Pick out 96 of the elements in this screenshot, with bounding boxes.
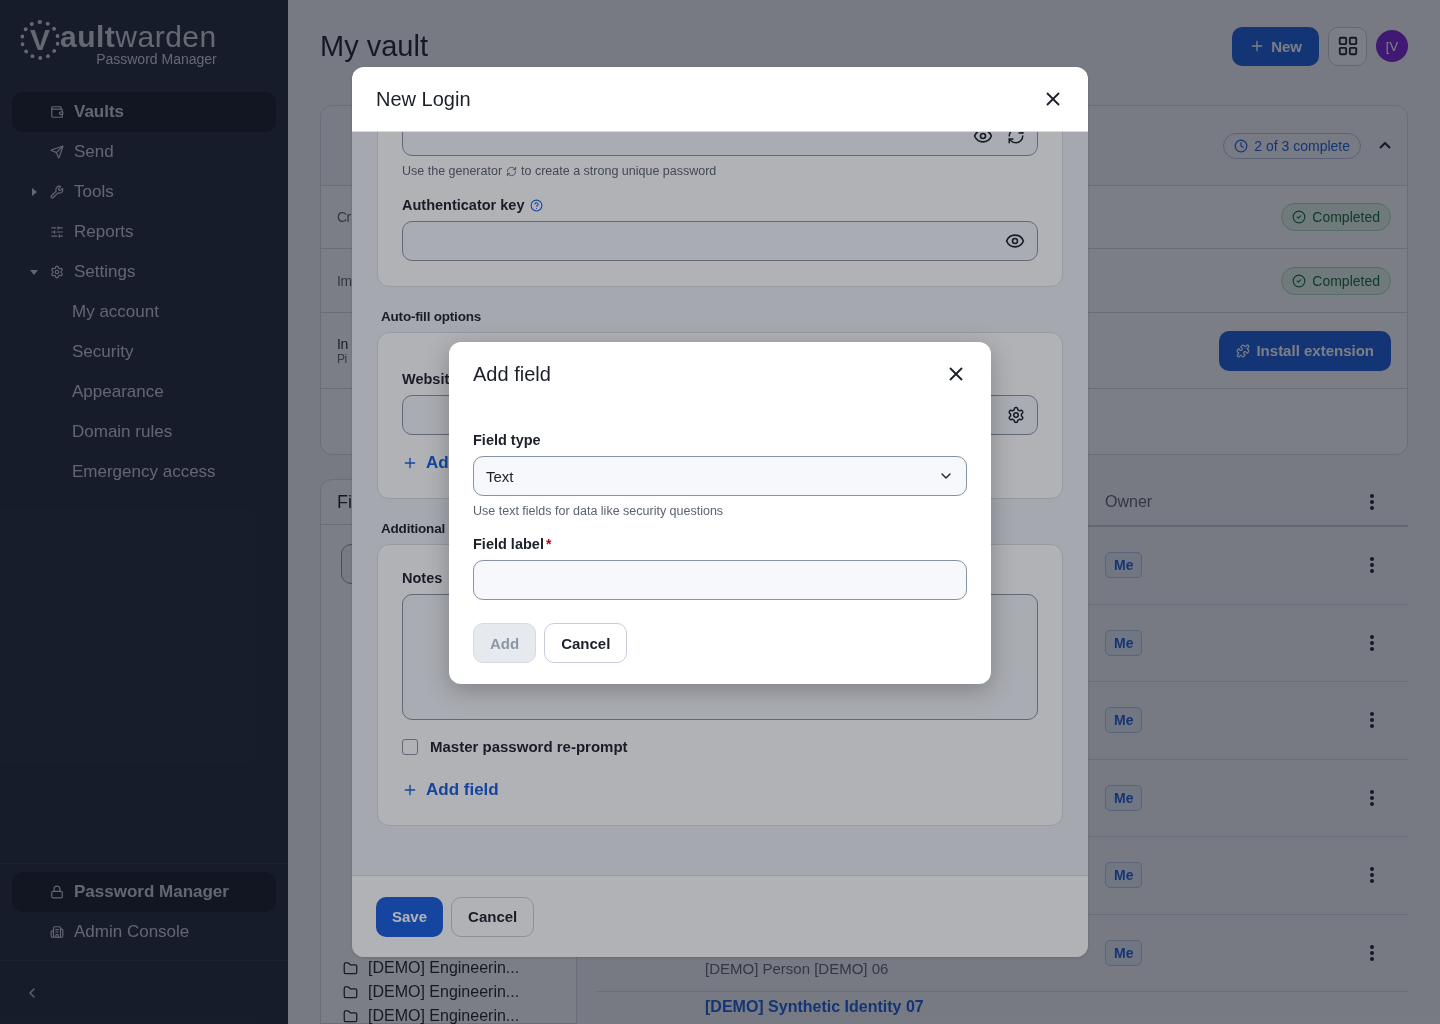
caret-icon[interactable] <box>30 268 38 276</box>
field-label: Field label <box>473 536 544 552</box>
apps-button[interactable] <box>1328 26 1367 66</box>
task-label: Im <box>337 272 353 289</box>
wallet-icon <box>50 105 64 119</box>
avatar[interactable]: [V <box>1376 30 1408 62</box>
puzzle-icon <box>1236 343 1251 358</box>
clock-icon <box>1234 138 1249 153</box>
logo-subtitle: Password Manager <box>96 52 217 66</box>
item-subtitle: [DEMO] Person [DEMO] 06 <box>705 960 890 977</box>
owner-badge: Me <box>1105 939 1143 966</box>
check-circle-icon <box>1292 273 1307 288</box>
send-icon <box>50 145 64 159</box>
gear-icon <box>50 265 64 279</box>
more-icon <box>1370 634 1374 651</box>
field-type-select[interactable]: Text <box>473 456 967 496</box>
nav-item[interactable]: Settings <box>12 252 276 292</box>
folder-icon <box>343 984 358 1000</box>
plus-icon <box>402 455 418 471</box>
cancel-button[interactable]: Cancel <box>451 896 535 937</box>
nav-subitem[interactable]: Appearance <box>12 372 276 412</box>
section-heading: Auto-fill options <box>381 309 483 324</box>
page-title: My vault <box>320 29 429 63</box>
item-title[interactable]: [DEMO] Synthetic Identity 07 <box>705 998 1105 1016</box>
field-label: Field type <box>473 432 541 448</box>
owner-badge: Me <box>1105 784 1143 811</box>
nav-subitem[interactable]: Emergency access <box>12 452 276 492</box>
lock-icon <box>50 885 64 899</box>
more-icon <box>1370 867 1374 884</box>
settings-icon[interactable] <box>1007 406 1025 424</box>
caret-icon[interactable] <box>30 188 38 196</box>
nav-item[interactable]: Vaults <box>12 92 276 132</box>
check-circle-icon <box>1292 210 1307 224</box>
wrench-icon <box>50 185 64 199</box>
more-icon <box>1370 557 1374 574</box>
folder-icon <box>343 960 358 976</box>
folder-item[interactable]: [DEMO] Engineerin... <box>321 956 576 980</box>
product-item[interactable]: Admin Console <box>12 912 276 952</box>
dialog-title: Add field <box>473 362 552 386</box>
folder-icon <box>343 1008 358 1024</box>
cancel-button[interactable]: Cancel <box>544 623 628 663</box>
more-icon <box>1370 712 1374 729</box>
chevron-up-icon <box>1379 142 1391 149</box>
column-header: Owner <box>1105 493 1154 511</box>
dialog-title: New Login <box>376 87 472 111</box>
task-label: In <box>337 335 349 352</box>
owner-badge: Me <box>1105 862 1143 889</box>
refresh-icon[interactable] <box>1007 132 1025 145</box>
hint-text: to create a strong unique password <box>521 164 717 178</box>
grid-icon <box>1336 35 1359 57</box>
eye-icon[interactable] <box>973 132 993 146</box>
save-button[interactable]: Save <box>376 896 444 937</box>
folder-item[interactable]: [DEMO] Engineerin... <box>321 1004 576 1024</box>
field-label: Authenticator key <box>402 197 525 213</box>
owner-badge: Me <box>1105 629 1143 656</box>
authenticator-field[interactable] <box>402 221 1038 261</box>
hint-text: Use text fields for data like security questions <box>473 504 724 518</box>
refresh-icon <box>506 165 518 177</box>
nav-subitem[interactable]: Security <box>12 332 276 372</box>
nav-subitem[interactable]: My account <box>12 292 276 332</box>
completed-badge: Completed <box>1281 203 1391 231</box>
nav-subitem[interactable]: Domain rules <box>12 412 276 452</box>
folder-item[interactable]: [DEMO] Engineerin... <box>321 980 576 1004</box>
new-button[interactable]: New <box>1232 26 1319 66</box>
add-field-button[interactable]: Add field <box>402 780 499 800</box>
nav-item[interactable]: Send <box>12 132 276 172</box>
collapse-toggle[interactable] <box>1379 142 1391 149</box>
logo-mark: V <box>20 20 60 60</box>
install-extension-button[interactable]: Install extension <box>1219 330 1391 371</box>
field-label: Notes <box>402 570 443 586</box>
more-icon <box>1370 944 1374 961</box>
product-item[interactable]: Password Manager <box>12 872 276 912</box>
add-website-button[interactable]: Ad <box>402 453 449 473</box>
filter-title: Fi <box>337 491 352 513</box>
owner-badge: Me <box>1105 707 1143 734</box>
more-icon <box>1370 789 1374 806</box>
owner-badge: Me <box>1105 552 1143 579</box>
logo-wordmark: aultwarden <box>60 20 217 53</box>
help-icon[interactable] <box>530 198 544 212</box>
checkbox-label: Master password re-prompt <box>430 738 628 755</box>
completed-badge: Completed <box>1281 266 1391 295</box>
sliders-icon <box>50 225 64 239</box>
task-label: Cr <box>337 209 352 225</box>
field-label: Websit <box>402 371 450 387</box>
hint-text: Use the generator <box>402 164 503 178</box>
nav-item[interactable]: Reports <box>12 212 276 252</box>
required-mark: * <box>545 536 552 552</box>
task-description: Pi <box>337 351 348 366</box>
building-icon <box>50 925 64 939</box>
more-icon <box>1370 494 1374 510</box>
section-heading: Additional <box>381 521 446 536</box>
checkbox[interactable] <box>402 738 418 755</box>
plus-icon <box>402 782 418 798</box>
eye-icon[interactable] <box>1005 231 1025 251</box>
field-label-input[interactable] <box>473 560 967 600</box>
nav-item[interactable]: Tools <box>12 172 276 212</box>
